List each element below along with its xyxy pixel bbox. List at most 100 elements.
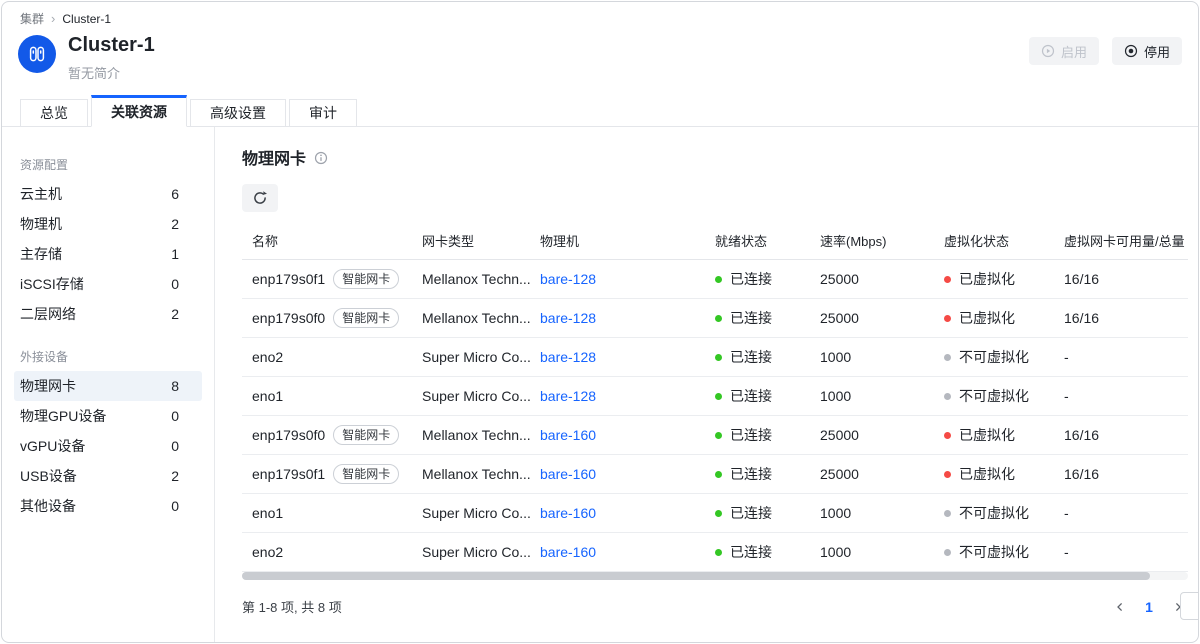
info-icon[interactable] [314, 151, 328, 165]
virtualization-status-label: 不可虚拟化 [959, 505, 1029, 521]
speed-cell: 1000 [820, 493, 944, 532]
host-link[interactable]: bare-128 [540, 310, 596, 326]
virtualization-status-label: 已虚拟化 [959, 427, 1015, 443]
table-row: enp179s0f0智能网卡Mellanox Techn...bare-128已… [242, 298, 1188, 337]
sidebar-item-vgpu[interactable]: vGPU设备0 [14, 431, 202, 461]
nic-name: eno1 [252, 388, 283, 404]
tab-label: 关联资源 [111, 102, 167, 122]
body: 资源配置云主机6物理机2主存储1iSCSI存储0二层网络2外接设备物理网卡8物理… [2, 127, 1198, 643]
sidebar-item-count: 6 [171, 186, 179, 202]
page-subtitle: 暂无简介 [68, 63, 155, 82]
nic-type-cell: Super Micro Co... [422, 532, 540, 571]
sidebar-item-count: 2 [171, 306, 179, 322]
sidebar-item-layer2-network[interactable]: 二层网络2 [14, 299, 202, 329]
virtualization-status-cell: 已虚拟化 [944, 259, 1064, 298]
nic-type-cell: Super Micro Co... [422, 376, 540, 415]
column-header: 名称 [242, 222, 422, 259]
tab-label: 总览 [40, 103, 68, 123]
tab-audit[interactable]: 审计 [289, 99, 357, 127]
breadcrumb: 集群 › Cluster-1 [2, 2, 1198, 26]
table-row: eno2Super Micro Co...bare-160已连接1000不可虚拟… [242, 532, 1188, 571]
enable-button[interactable]: 启用 [1029, 37, 1099, 65]
header-actions: 启用 停用 [1029, 37, 1182, 65]
disable-button[interactable]: 停用 [1112, 37, 1182, 65]
current-page[interactable]: 1 [1139, 599, 1159, 615]
virtualization-status-label: 不可虚拟化 [959, 349, 1029, 365]
nic-name: eno2 [252, 544, 283, 560]
name-cell: eno1 [242, 376, 422, 415]
ready-status-label: 已连接 [730, 349, 772, 365]
host-cell: bare-160 [540, 454, 715, 493]
sidebar-item-physical-nic[interactable]: 物理网卡8 [14, 371, 202, 401]
nic-name: enp179s0f0 [252, 427, 325, 443]
sidebar-item-iscsi-storage[interactable]: iSCSI存储 0 [14, 269, 202, 299]
tab-advanced-settings[interactable]: 高级设置 [190, 99, 286, 127]
host-cell: bare-128 [540, 259, 715, 298]
virtualization-status-cell: 已虚拟化 [944, 298, 1064, 337]
table-row: enp179s0f1智能网卡Mellanox Techn...bare-160已… [242, 454, 1188, 493]
scrollbar-thumb[interactable] [242, 572, 1150, 580]
breadcrumb-root[interactable]: 集群 [20, 10, 44, 27]
tabs: 总览 关联资源 高级设置审计 [2, 92, 1198, 127]
ready-status-cell: 已连接 [715, 259, 820, 298]
host-link[interactable]: bare-160 [540, 544, 596, 560]
prev-page-icon[interactable] [1110, 597, 1130, 617]
nic-name: enp179s0f0 [252, 310, 325, 326]
host-link[interactable]: bare-160 [540, 505, 596, 521]
sidebar-section-title: 外接设备 [2, 341, 214, 371]
table-row: enp179s0f0智能网卡Mellanox Techn...bare-160已… [242, 415, 1188, 454]
host-cell: bare-160 [540, 493, 715, 532]
nic-type: Mellanox Techn... [422, 310, 531, 326]
grey-dot-icon [944, 354, 951, 361]
ready-status-label: 已连接 [730, 310, 772, 326]
sidebar-item-usb[interactable]: USB设备2 [14, 461, 202, 491]
virtualization-status-label: 已虚拟化 [959, 310, 1015, 326]
sidebar-item-count: 0 [171, 276, 179, 292]
refresh-button[interactable] [242, 184, 278, 212]
sidebar-item-count: 2 [171, 216, 179, 232]
sidebar-item-host[interactable]: 物理机2 [14, 209, 202, 239]
sidebar-item-label: iSCSI存储 [20, 274, 84, 294]
breadcrumb-separator-icon: › [51, 11, 55, 26]
host-link[interactable]: bare-160 [540, 466, 596, 482]
table-row: eno1Super Micro Co...bare-128已连接1000不可虚拟… [242, 376, 1188, 415]
tab-related-resources[interactable]: 关联资源 [91, 95, 187, 127]
name-cell: eno1 [242, 493, 422, 532]
grey-dot-icon [944, 393, 951, 400]
host-link[interactable]: bare-128 [540, 388, 596, 404]
section-title: 物理网卡 [242, 145, 306, 169]
toolbar [242, 184, 1188, 212]
nic-type: Super Micro Co... [422, 505, 531, 521]
stop-circle-icon [1124, 44, 1138, 58]
enable-button-label: 启用 [1061, 42, 1087, 61]
nic-type-cell: Mellanox Techn... [422, 454, 540, 493]
tab-overview[interactable]: 总览 [20, 99, 88, 127]
sidebar-item-other-device[interactable]: 其他设备0 [14, 491, 202, 521]
nic-type: Super Micro Co... [422, 388, 531, 404]
green-dot-icon [715, 354, 722, 361]
ready-status-cell: 已连接 [715, 532, 820, 571]
nic-type: Mellanox Techn... [422, 271, 531, 287]
horizontal-scrollbar[interactable] [242, 572, 1188, 580]
smart-nic-tag: 智能网卡 [333, 269, 399, 289]
sidebar-item-vm[interactable]: 云主机6 [14, 179, 202, 209]
sidebar-item-label: 其他设备 [20, 496, 76, 516]
nic-type: Super Micro Co... [422, 349, 531, 365]
page-header: Cluster-1 暂无简介 启用 停用 [2, 26, 1198, 92]
host-link[interactable]: bare-128 [540, 349, 596, 365]
page-size-select-cutoff[interactable] [1180, 592, 1199, 620]
table-header: 名称网卡类型物理机就绪状态速率(Mbps)虚拟化状态虚拟网卡可用量/总量 [242, 222, 1188, 259]
ready-status-label: 已连接 [730, 427, 772, 443]
red-dot-icon [944, 315, 951, 322]
red-dot-icon [944, 432, 951, 439]
nic-table: 名称网卡类型物理机就绪状态速率(Mbps)虚拟化状态虚拟网卡可用量/总量 enp… [242, 222, 1188, 572]
vnic-availability-cell: - [1064, 376, 1188, 415]
host-link[interactable]: bare-128 [540, 271, 596, 287]
sidebar: 资源配置云主机6物理机2主存储1iSCSI存储0二层网络2外接设备物理网卡8物理… [2, 127, 215, 643]
host-cell: bare-128 [540, 298, 715, 337]
sidebar-item-label: vGPU设备 [20, 436, 85, 456]
disable-button-label: 停用 [1144, 42, 1170, 61]
sidebar-item-physical-gpu[interactable]: 物理GPU设备0 [14, 401, 202, 431]
host-link[interactable]: bare-160 [540, 427, 596, 443]
sidebar-item-primary-storage[interactable]: 主存储1 [14, 239, 202, 269]
